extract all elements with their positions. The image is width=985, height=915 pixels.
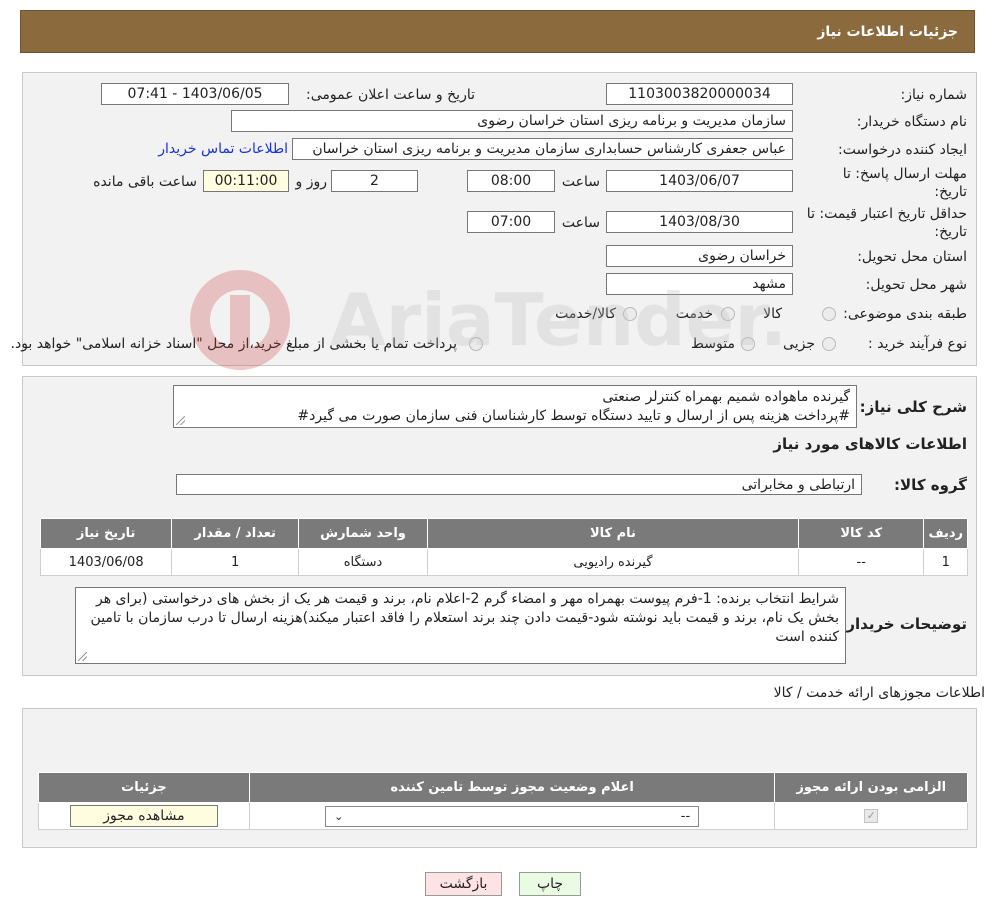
days-label: روز و	[295, 174, 328, 190]
creator-field: عباس جعفری کارشناس حسابداری سازمان مدیری…	[292, 138, 793, 160]
category-option-goods-service: کالا/خدمت	[555, 306, 616, 322]
permits-header-status: اعلام وضعیت مجوز توسط تامین کننده	[248, 772, 776, 803]
need-description-text: گیرنده ماهواده شمیم بهمراه کنترلر صنعتی …	[173, 385, 857, 428]
deadline-time-label: ساعت	[561, 174, 600, 190]
need-description-label: شرح کلی نیاز:	[859, 398, 967, 416]
announce-label: تاریخ و ساعت اعلان عمومی:	[306, 87, 475, 103]
validity-time-label: ساعت	[561, 215, 600, 231]
buyer-notes-content: شرایط انتخاب برنده: 1-فرم پیوست بهمراه م…	[90, 591, 839, 645]
goods-cell-code: --	[797, 548, 925, 576]
table-row: 1 -- گیرنده رادیویی دستگاه 1 1403/06/08	[39, 548, 968, 576]
deadline-label-2: تاریخ:	[934, 184, 967, 200]
chevron-down-icon: ⌄	[334, 809, 344, 823]
deadline-label-1: مهلت ارسال پاسخ: تا	[842, 166, 967, 182]
city-label: شهر محل تحویل:	[865, 277, 967, 293]
province-field: خراسان رضوی	[606, 245, 793, 267]
purchase-type-label: نوع فرآیند خرید :	[868, 336, 967, 352]
validity-label-2: تاریخ:	[934, 224, 967, 240]
goods-group-label: گروه کالا:	[894, 476, 967, 494]
goods-cell-unit: دستگاه	[298, 548, 428, 576]
category-radio-service[interactable]	[721, 307, 735, 321]
category-option-goods: کالا	[763, 306, 782, 322]
resize-handle-icon[interactable]	[176, 416, 185, 425]
permit-status-select[interactable]: -- ⌄	[325, 805, 700, 827]
purchase-note: پرداخت تمام یا بخشی از مبلغ خرید،از محل …	[10, 336, 457, 352]
buyer-org-field: سازمان مدیریت و برنامه ریزی استان خراسان…	[231, 110, 793, 132]
remaining-time-field: 00:11:00	[203, 170, 289, 192]
purchase-type-option-medium: متوسط	[691, 336, 735, 352]
permits-required-cell: ✓	[774, 802, 968, 830]
print-button[interactable]: چاپ	[519, 872, 581, 896]
goods-cell-name: گیرنده رادیویی	[426, 548, 799, 576]
goods-table-header-row-number: ردیف	[923, 518, 968, 549]
buyer-notes-label: توضیحات خریدار:	[840, 615, 967, 633]
buyer-org-label: نام دستگاه خریدار:	[856, 114, 967, 130]
purchase-type-radio-minor[interactable]	[822, 337, 836, 351]
validity-label-1: حداقل تاریخ اعتبار قیمت: تا	[806, 206, 967, 222]
validity-time-field: 07:00	[467, 211, 555, 233]
resize-handle-icon[interactable]	[78, 652, 87, 661]
page-title: جزئیات اطلاعات نیاز	[817, 23, 958, 40]
announce-field: 1403/06/05 - 07:41	[101, 83, 289, 105]
creator-label: ایجاد کننده درخواست:	[838, 142, 967, 158]
validity-date-field: 1403/08/30	[606, 211, 793, 233]
deadline-date-field: 1403/06/07	[606, 170, 793, 192]
buyer-notes-text: شرایط انتخاب برنده: 1-فرم پیوست بهمراه م…	[75, 587, 846, 664]
goods-cell-quantity: 1	[171, 548, 300, 576]
permits-header-required: الزامی بودن ارائه مجوز	[774, 772, 968, 803]
permits-status-cell: -- ⌄	[248, 802, 776, 830]
purchase-treasury-checkbox[interactable]	[469, 337, 483, 351]
goods-table-header-name: نام کالا	[426, 518, 799, 549]
goods-group-field: ارتباطی و مخابراتی	[176, 474, 862, 495]
goods-info-title: اطلاعات کالاهای مورد نیاز	[773, 435, 967, 453]
category-radio-goods-service[interactable]	[623, 307, 637, 321]
permits-header-details: جزئیات	[38, 772, 250, 803]
buyer-contact-link[interactable]: اطلاعات تماس خریدار	[158, 141, 288, 157]
permits-section-title: اطلاعات مجوزهای ارائه خدمت / کالا	[773, 685, 985, 701]
need-description-line-1: گیرنده ماهواده شمیم بهمراه کنترلر صنعتی	[602, 389, 850, 405]
category-label: طبقه بندی موضوعی:	[843, 306, 967, 322]
purchase-type-option-minor: جزیی	[783, 336, 815, 352]
page-header: جزئیات اطلاعات نیاز	[20, 10, 975, 53]
category-option-service: خدمت	[675, 306, 713, 322]
remaining-label: ساعت باقی مانده	[93, 174, 197, 190]
goods-table-header-quantity: تعداد / مقدار	[171, 518, 300, 549]
purchase-type-radio-medium[interactable]	[741, 337, 755, 351]
goods-table-header-unit: واحد شمارش	[298, 518, 428, 549]
province-label: استان محل تحویل:	[857, 249, 967, 265]
permits-table-header-row: الزامی بودن ارائه مجوز اعلام وضعیت مجوز …	[38, 772, 968, 803]
need-description-line-2: #پرداخت هزینه پس از ارسال و تایید دستگاه…	[297, 408, 850, 424]
goods-table-header-code: کد کالا	[797, 518, 925, 549]
back-button[interactable]: بازگشت	[425, 872, 502, 896]
view-permit-button[interactable]: مشاهده مجوز	[69, 805, 218, 827]
category-radio-goods[interactable]	[822, 307, 836, 321]
goods-cell-row-number: 1	[923, 548, 968, 576]
days-field: 2	[331, 170, 418, 192]
city-field: مشهد	[606, 273, 793, 295]
permits-details-cell: مشاهده مجوز	[38, 802, 250, 830]
goods-table-header-date: تاریخ نیاز	[39, 518, 173, 549]
table-row: ✓ -- ⌄ مشاهده مجوز	[38, 802, 968, 830]
goods-table-header-row: ردیف کد کالا نام کالا واحد شمارش تعداد /…	[39, 518, 968, 549]
required-checkbox: ✓	[864, 809, 879, 823]
need-number-label: شماره نیاز:	[900, 87, 968, 103]
permit-status-value: --	[680, 808, 691, 824]
permits-table: الزامی بودن ارائه مجوز اعلام وضعیت مجوز …	[38, 772, 968, 830]
goods-table: ردیف کد کالا نام کالا واحد شمارش تعداد /…	[39, 518, 968, 576]
goods-cell-date: 1403/06/08	[39, 548, 173, 576]
deadline-time-field: 08:00	[467, 170, 555, 192]
need-number-field: 1103003820000034	[606, 83, 793, 105]
